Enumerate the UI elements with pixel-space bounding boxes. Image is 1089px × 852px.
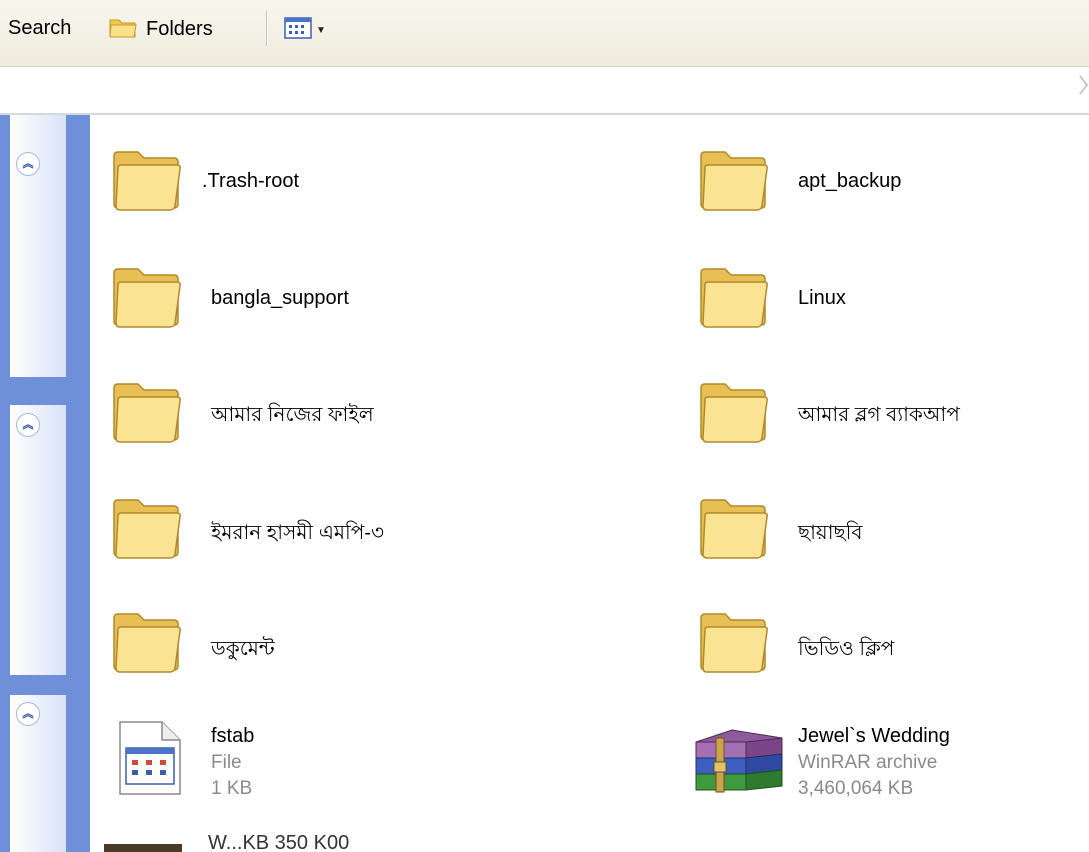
- item-name: fstab: [211, 725, 255, 747]
- item-name: আমার ব্লগ ব্যাকআপ: [798, 404, 960, 426]
- file-item[interactable]: W...KB 350 K00: [104, 826, 524, 852]
- folders-label: Folders: [146, 17, 213, 40]
- folder-icon: [113, 151, 181, 211]
- folder-icon: [700, 383, 768, 443]
- task-panel-1: [10, 115, 66, 377]
- collapse-chevron-icon[interactable]: ︽: [16, 413, 40, 437]
- file-icon: [104, 844, 182, 852]
- item-name: ছায়াছবি: [798, 522, 863, 544]
- folder-item[interactable]: ভিডিও ক্লিপ: [695, 602, 1075, 682]
- item-name: W...KB 350 K00: [208, 832, 350, 852]
- folder-item[interactable]: .Trash-root: [108, 140, 528, 220]
- folder-item[interactable]: ছায়াছবি: [695, 488, 1075, 568]
- folder-icon: [700, 499, 768, 559]
- folder-item[interactable]: Linux: [695, 257, 1075, 337]
- toolbar-separator: [266, 10, 267, 46]
- item-size: 1 KB: [211, 778, 253, 799]
- views-icon: [284, 16, 312, 45]
- folder-icon: [113, 613, 181, 673]
- text-file-icon: [119, 721, 181, 795]
- folder-item[interactable]: apt_backup: [695, 140, 1075, 220]
- folder-icon: [108, 15, 138, 44]
- folder-icon: [700, 268, 768, 328]
- folder-icon: [700, 151, 768, 211]
- folder-item[interactable]: আমার ব্লগ ব্যাকআপ: [695, 372, 1075, 452]
- item-name: আমার নিজের ফাইল: [211, 404, 374, 426]
- item-name: ভিডিও ক্লিপ: [798, 638, 895, 660]
- item-type: File: [211, 752, 242, 773]
- go-arrow-icon[interactable]: [1079, 70, 1089, 100]
- views-dropdown-arrow-icon: ▼: [316, 25, 326, 36]
- file-item[interactable]: Jewel`s Wedding WinRAR archive 3,460,064…: [692, 718, 1082, 818]
- folder-item[interactable]: আমার নিজের ফাইল: [108, 372, 528, 452]
- task-pane: ︽ ︽ ︽: [0, 115, 90, 852]
- folder-item[interactable]: ডকুমেন্ট: [108, 602, 528, 682]
- folder-item[interactable]: bangla_support: [108, 257, 528, 337]
- item-name: ডকুমেন্ট: [211, 638, 275, 660]
- item-size: 3,460,064 KB: [798, 778, 914, 799]
- item-name: apt_backup: [798, 170, 902, 192]
- search-button[interactable]: Search: [8, 17, 71, 40]
- toolbar: Search Folders ▼: [0, 0, 1089, 67]
- collapse-chevron-icon[interactable]: ︽: [16, 152, 40, 176]
- item-name: bangla_support: [211, 287, 349, 309]
- item-name: .Trash-root: [202, 170, 300, 192]
- item-name: ইমরান হাসমী এমপি-৩: [211, 522, 384, 544]
- item-type: WinRAR archive: [798, 752, 938, 773]
- views-button[interactable]: ▼: [284, 16, 326, 45]
- folder-icon: [700, 613, 768, 673]
- collapse-chevron-icon[interactable]: ︽: [16, 702, 40, 726]
- task-panel-2: [10, 405, 66, 675]
- winrar-archive-icon: [695, 729, 783, 793]
- item-name: Linux: [798, 287, 846, 309]
- folder-item[interactable]: ইমরান হাসমী এমপি-৩: [108, 488, 528, 568]
- item-name: Jewel`s Wedding: [798, 725, 950, 747]
- address-bar[interactable]: [0, 67, 1089, 115]
- file-item[interactable]: fstab File 1 KB: [112, 718, 532, 818]
- folder-icon: [113, 383, 181, 443]
- folder-icon: [113, 499, 181, 559]
- folder-icon: [113, 268, 181, 328]
- folders-button[interactable]: Folders: [108, 14, 213, 44]
